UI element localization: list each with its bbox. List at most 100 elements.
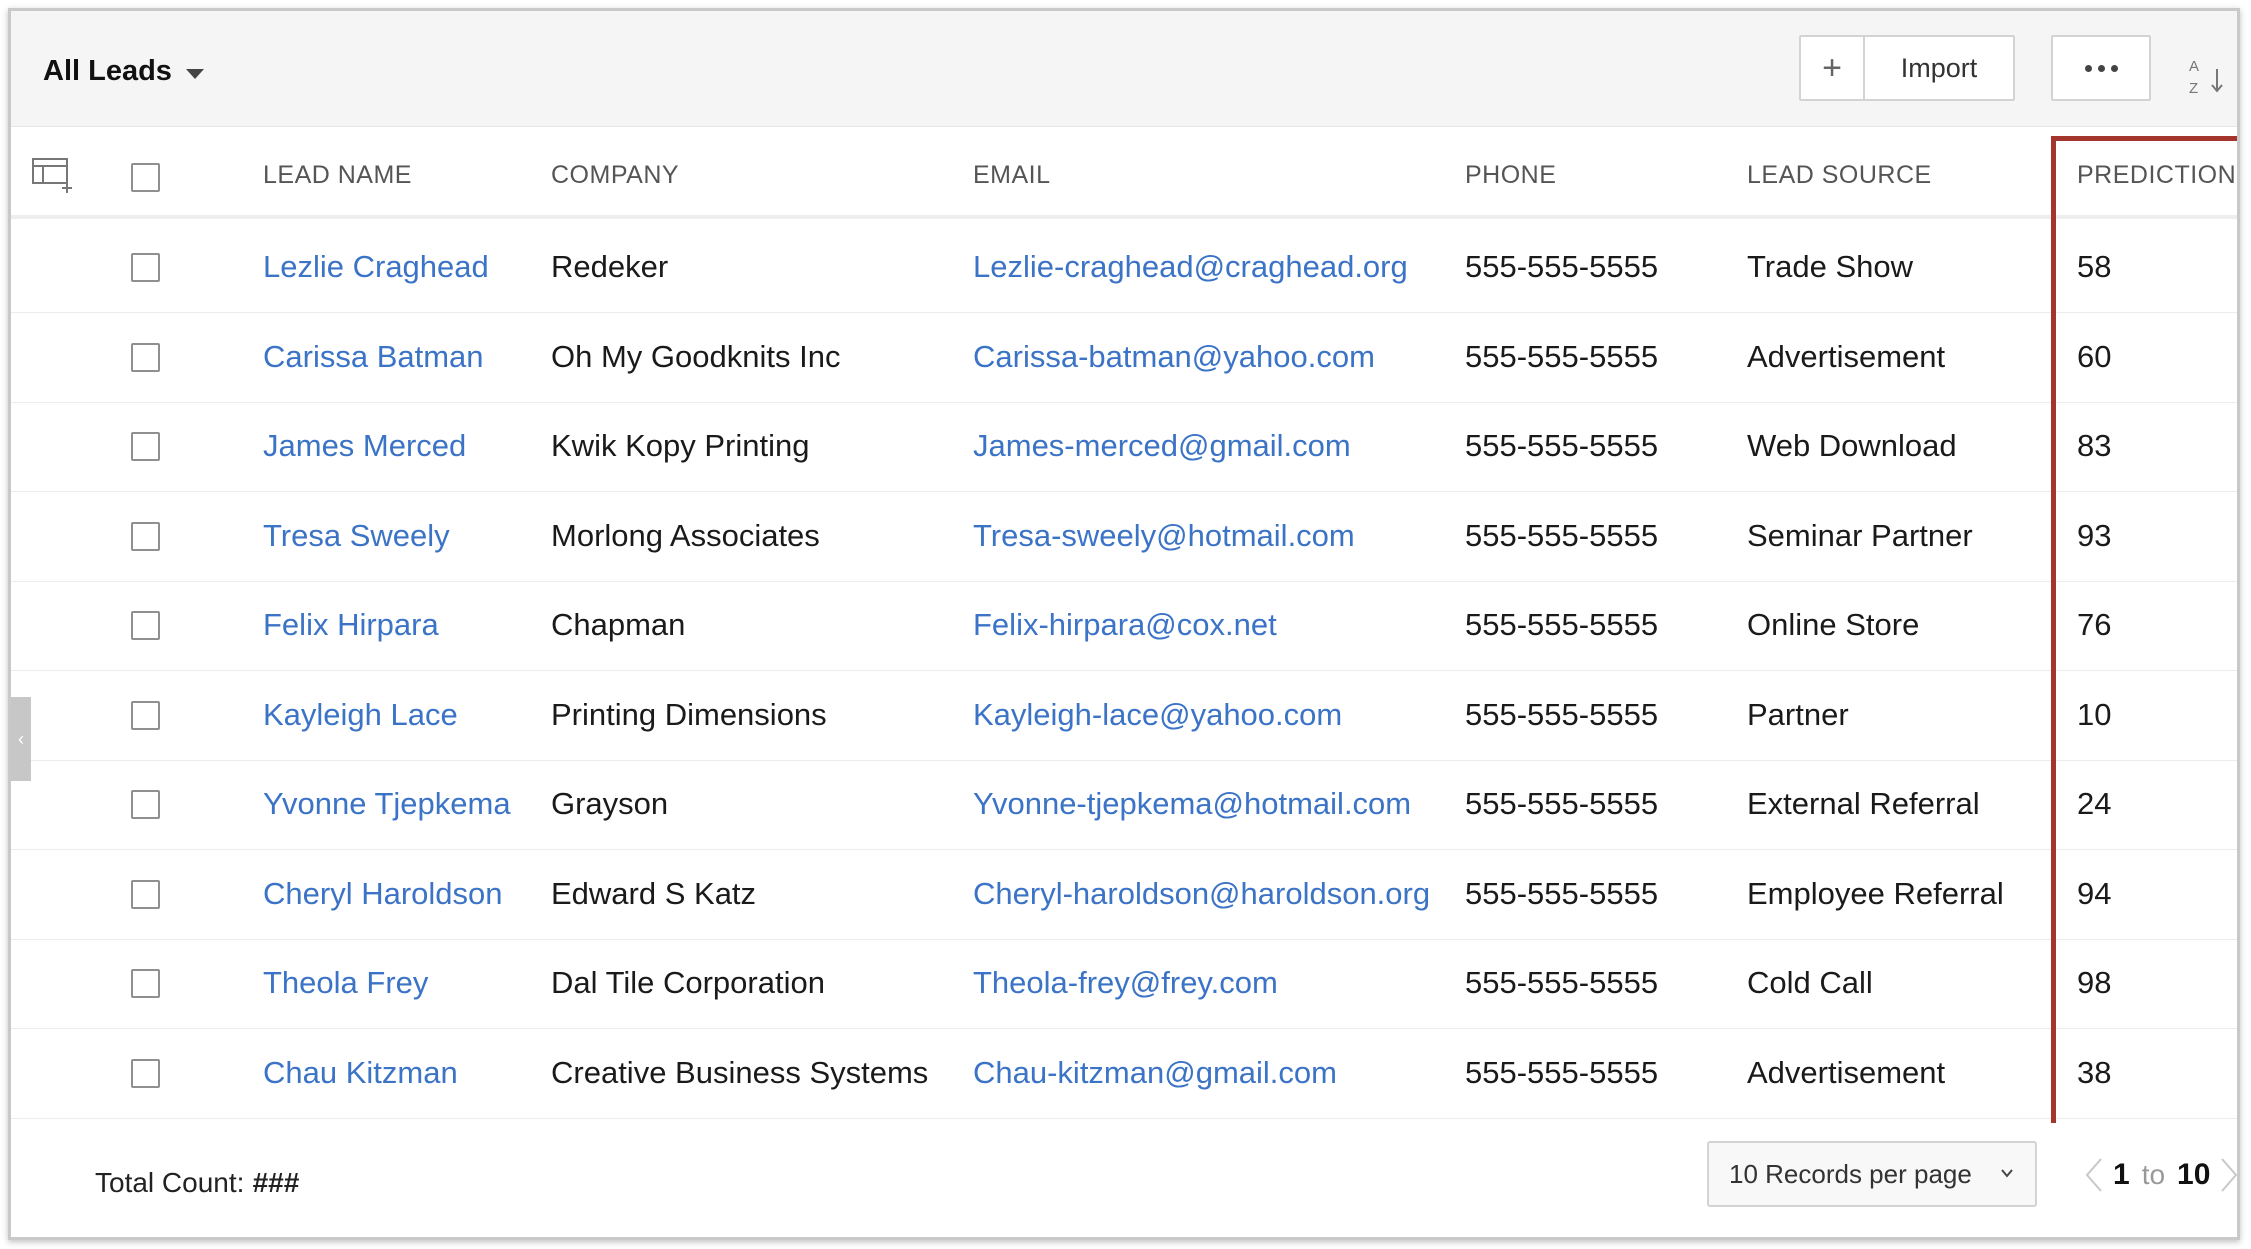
records-per-page-value: 10 Records per page (1729, 1158, 1972, 1189)
email-link[interactable]: Felix-hirpara@cox.net (973, 607, 1277, 643)
row-checkbox[interactable] (131, 253, 160, 282)
more-actions-button[interactable] (2051, 35, 2151, 101)
page-to: 10 (2177, 1158, 2211, 1191)
email-link[interactable]: Lezlie-craghead@craghead.org (973, 249, 1408, 285)
lead-name-link[interactable]: Chau Kitzman (263, 1055, 458, 1091)
company-cell: Chapman (551, 607, 686, 642)
company-cell: Grayson (551, 786, 669, 821)
lead-source-cell: Online Store (1747, 607, 1920, 642)
prediction-cell: 24 (2077, 786, 2112, 821)
caret-down-icon (185, 68, 204, 79)
email-link[interactable]: Carissa-batman@yahoo.com (973, 339, 1375, 375)
header-company[interactable]: COMPANY (551, 161, 679, 190)
create-import-group: + Import (1799, 35, 2015, 101)
table-row[interactable]: Theola Frey Dal Tile Corporation Theola-fr… (11, 939, 2237, 1029)
chevron-down-icon (2001, 1169, 2013, 1178)
table-footer: Total Count: ### 10 Records per page 1 t… (11, 1123, 2240, 1237)
view-selector[interactable]: All Leads (43, 55, 204, 88)
table-row[interactable]: Yvonne Tjepkema Grayson Yvonne-tjepkema@ho… (11, 760, 2237, 850)
company-cell: Redeker (551, 249, 669, 284)
svg-text:A: A (2189, 58, 2199, 75)
header-prediction[interactable]: PREDICTION (2077, 161, 2236, 190)
more-dots-icon (2084, 64, 2092, 72)
company-cell: Printing Dimensions (551, 696, 827, 732)
email-link[interactable]: Tresa-sweely@hotmail.com (973, 518, 1355, 554)
email-link[interactable]: Cheryl-haroldson@haroldson.org (973, 876, 1430, 912)
records-per-page-select[interactable]: 10 Records per page (1707, 1141, 2037, 1207)
row-checkbox[interactable] (131, 1058, 160, 1088)
header-phone[interactable]: PHONE (1465, 161, 1556, 190)
lead-source-cell: Cold Call (1747, 965, 1873, 1000)
phone-cell: 555-555-5555 (1465, 1054, 1659, 1090)
phone-cell: 555-555-5555 (1465, 607, 1659, 642)
lead-source-cell: Employee Referral (1747, 875, 2004, 911)
header-email[interactable]: EMAIL (973, 161, 1051, 190)
table-row[interactable]: James Merced Kwik Kopy Printing James-merc… (11, 402, 2237, 492)
prediction-cell: 83 (2077, 428, 2112, 463)
header-lead-source[interactable]: LEAD SOURCE (1747, 161, 1932, 190)
plus-icon: + (1822, 48, 1842, 87)
table-row[interactable]: Cheryl Haroldson Edward S Katz Cheryl-haro… (11, 850, 2237, 940)
import-button[interactable]: Import (1865, 37, 2013, 99)
pager-prev-icon[interactable] (2083, 1155, 2105, 1195)
header-lead-name[interactable]: LEAD NAME (263, 161, 412, 190)
company-cell: Dal Tile Corporation (551, 965, 825, 1000)
table-settings-icon[interactable] (31, 155, 75, 195)
row-checkbox[interactable] (131, 342, 160, 372)
lead-source-cell: Advertisement (1747, 1054, 1946, 1090)
lead-name-link[interactable]: Cheryl Haroldson (263, 876, 503, 912)
row-checkbox[interactable] (131, 969, 160, 998)
lead-name-link[interactable]: Lezlie Craghead (263, 249, 489, 285)
row-checkbox[interactable] (131, 432, 160, 461)
table-row[interactable]: Felix Hirpara Chapman Felix-hirpara@cox.ne… (11, 581, 2237, 671)
view-title: All Leads (43, 55, 172, 87)
lead-name-link[interactable]: James Merced (263, 428, 466, 464)
prediction-cell: 76 (2077, 607, 2112, 642)
lead-name-link[interactable]: Kayleigh Lace (263, 697, 458, 733)
pagination: 1 to 10 (2083, 1153, 2240, 1197)
total-count: Total Count: ### (95, 1167, 299, 1199)
create-lead-button[interactable]: + (1801, 37, 1865, 99)
company-cell: Morlong Associates (551, 517, 820, 553)
total-count-label: Total Count: (95, 1167, 253, 1198)
table-header: LEAD NAME COMPANY EMAIL PHONE LEAD SOURC… (11, 127, 2237, 219)
sidebar-collapse-handle[interactable]: ‹ (11, 697, 31, 781)
table-row[interactable]: Chau Kitzman Creative Business Systems Cha… (11, 1029, 2237, 1119)
lead-name-link[interactable]: Yvonne Tjepkema (263, 786, 511, 822)
email-link[interactable]: Yvonne-tjepkema@hotmail.com (973, 786, 1411, 822)
row-checkbox[interactable] (131, 879, 160, 909)
table-row[interactable]: Kayleigh Lace Printing Dimensions Kayleigh… (11, 671, 2237, 761)
prediction-cell: 98 (2077, 965, 2112, 1000)
email-link[interactable]: James-merced@gmail.com (973, 428, 1351, 464)
phone-cell: 555-555-5555 (1465, 875, 1659, 911)
lead-source-cell: Seminar Partner (1747, 517, 1973, 553)
row-checkbox[interactable] (131, 611, 160, 640)
email-link[interactable]: Chau-kitzman@gmail.com (973, 1055, 1337, 1091)
lead-source-cell: Advertisement (1747, 338, 1946, 374)
row-checkbox[interactable] (131, 700, 160, 730)
sort-az-icon[interactable]: A Z (2187, 55, 2231, 99)
pager-next-icon[interactable] (2218, 1155, 2240, 1195)
prediction-cell: 60 (2077, 338, 2112, 374)
table-row[interactable]: Tresa Sweely Morlong Associates Tresa-swee… (11, 492, 2237, 582)
lead-name-link[interactable]: Felix Hirpara (263, 607, 439, 643)
prediction-cell: 58 (2077, 249, 2112, 284)
lead-name-link[interactable]: Theola Frey (263, 965, 428, 1001)
phone-cell: 555-555-5555 (1465, 249, 1659, 284)
company-cell: Creative Business Systems (551, 1054, 929, 1090)
row-checkbox[interactable] (131, 521, 160, 551)
email-link[interactable]: Theola-frey@frey.com (973, 965, 1278, 1001)
lead-name-link[interactable]: Carissa Batman (263, 339, 484, 375)
table-row[interactable]: Carissa Batman Oh My Goodknits Inc Carissa… (11, 313, 2237, 403)
prediction-cell: 94 (2077, 875, 2112, 911)
lead-source-cell: Partner (1747, 696, 1849, 732)
total-count-value: ### (252, 1167, 299, 1198)
lead-source-cell: External Referral (1747, 786, 1980, 821)
phone-cell: 555-555-5555 (1465, 965, 1659, 1000)
select-all-checkbox[interactable] (131, 163, 160, 192)
company-cell: Kwik Kopy Printing (551, 428, 810, 463)
email-link[interactable]: Kayleigh-lace@yahoo.com (973, 697, 1342, 733)
row-checkbox[interactable] (131, 790, 160, 819)
table-row[interactable]: Lezlie Craghead Redeker Lezlie-craghead@cr… (11, 223, 2237, 313)
lead-name-link[interactable]: Tresa Sweely (263, 518, 450, 554)
